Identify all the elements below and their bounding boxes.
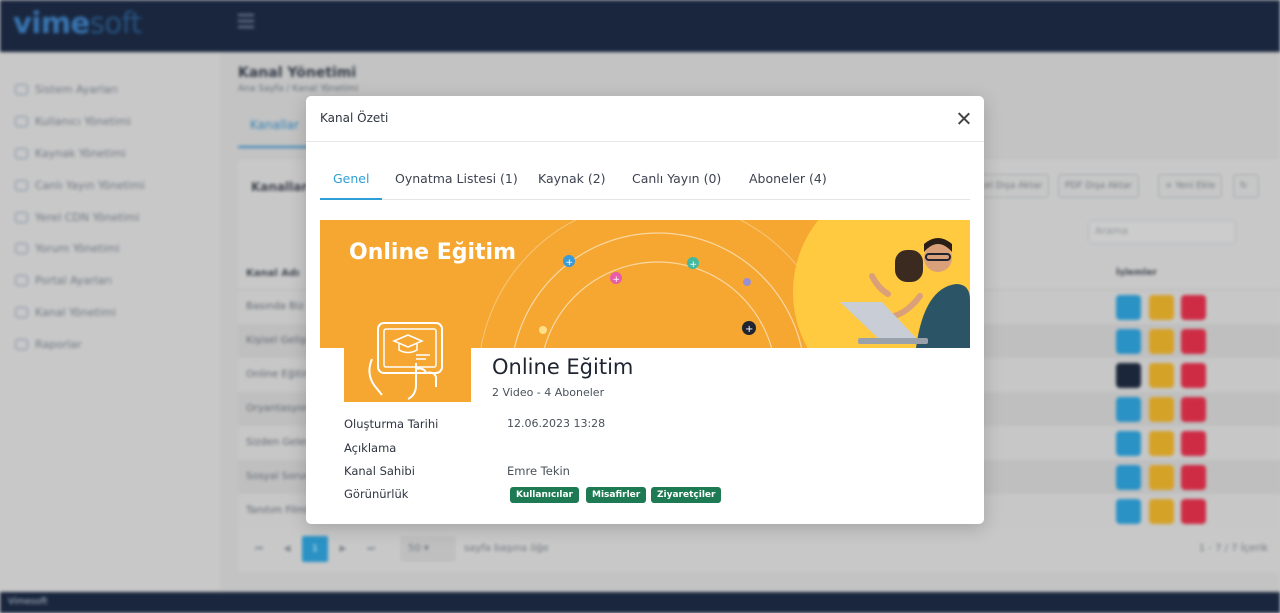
channel-thumbnail [344, 319, 471, 402]
visibility-badge-guests: Misafirler [586, 487, 647, 503]
created-label: Oluşturma Tarihi [344, 417, 439, 431]
tab-general[interactable]: Genel [320, 158, 383, 200]
modal-tabs: Genel Oynatma Listesi (1) Kaynak (2) Can… [320, 158, 970, 200]
modal-header: Kanal Özeti [306, 96, 984, 142]
visibility-badge-users: Kullanıcılar [510, 487, 579, 503]
visibility-label: Görünürlük [344, 487, 409, 501]
description-label: Açıklama [344, 441, 397, 455]
tab-live[interactable]: Canlı Yayın (0) [632, 158, 721, 200]
channel-summary-modal: Kanal Özeti Genel Oynatma Listesi (1) Ka… [306, 96, 984, 524]
tab-subscribers[interactable]: Aboneler (4) [749, 158, 827, 200]
svg-text:+: + [613, 275, 621, 285]
owner-value: Emre Tekin [507, 464, 570, 478]
tab-playlist[interactable]: Oynatma Listesi (1) [395, 158, 518, 200]
svg-text:+: + [745, 324, 753, 335]
close-icon[interactable] [954, 109, 974, 129]
visibility-badge-visitors: Ziyaretçiler [651, 487, 722, 503]
svg-text:+: + [690, 260, 698, 270]
modal-title: Kanal Özeti [320, 111, 389, 125]
created-value: 12.06.2023 13:28 [507, 417, 606, 430]
svg-text:+: + [566, 258, 574, 268]
channel-stats: 2 Video - 4 Aboneler [492, 386, 605, 399]
tablet-education-icon [368, 322, 443, 400]
channel-name: Online Eğitim [492, 355, 634, 379]
tab-resources[interactable]: Kaynak (2) [538, 158, 606, 200]
owner-label: Kanal Sahibi [344, 464, 415, 478]
